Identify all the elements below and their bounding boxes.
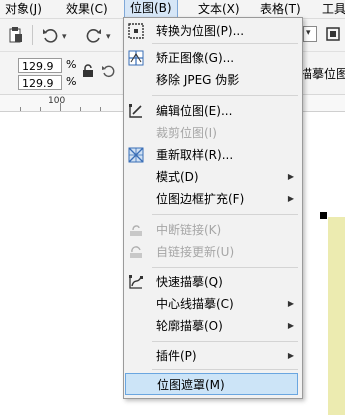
chevron-down-icon: ▾ [306, 28, 311, 38]
menu-item-crop-bitmap: 裁剪位图(I) [156, 126, 217, 140]
break-link-icon [128, 222, 144, 238]
menu-separator [152, 267, 298, 268]
menu-effects[interactable]: 效果(C) [66, 0, 108, 18]
menu-item-centerline-trace[interactable]: 中心线描摹(C) ▶ [124, 293, 300, 315]
menu-item-remove-jpeg-artifacts[interactable]: 移除 JPEG 伪影 [124, 69, 300, 91]
edit-bitmap-icon [128, 103, 144, 119]
menu-bitmaps[interactable]: 位图(B) [124, 0, 178, 17]
menu-item-straighten-image[interactable]: 矫正图像(G)... [124, 47, 300, 69]
scale-height-unit: % [66, 75, 77, 88]
convert-bitmap-icon [128, 23, 144, 39]
menu-separator [152, 369, 298, 370]
menu-item-bitmap-border-expand[interactable]: 位图边框扩充(F) ▶ [124, 188, 300, 210]
menu-separator [152, 43, 298, 44]
menu-item-plugins[interactable]: 插件(P) ▶ [124, 345, 300, 367]
undo-dropdown-icon[interactable]: ▾ [62, 29, 67, 45]
selection-handle[interactable] [320, 212, 327, 219]
menu-text[interactable]: 文本(X) [198, 0, 240, 18]
update-link-icon [128, 244, 144, 260]
menu-item-bitmap-mask[interactable]: 位图遮罩(M) [125, 373, 298, 395]
menu-item-resample[interactable]: 重新取样(R)... [124, 144, 300, 166]
menu-object[interactable]: 对象(J) [5, 0, 42, 18]
menu-item-convert-to-bitmap[interactable]: 转换为位图(P)... [124, 20, 300, 42]
menu-item-edit-bitmap[interactable]: 编辑位图(E)... [124, 100, 300, 122]
trace-bitmap-label[interactable]: 描摹位图 [300, 65, 345, 82]
undo-icon[interactable] [42, 27, 58, 47]
submenu-arrow-icon: ▶ [287, 321, 294, 330]
toolbar-divider [32, 25, 33, 45]
scale-width-unit: % [66, 58, 77, 71]
scale-height-input[interactable]: 129.9 [18, 75, 62, 90]
zoom-dropdown-button[interactable]: ▾ [303, 26, 317, 42]
menu-item-break-link: 中断链接(K) [124, 219, 300, 241]
menu-item-mode[interactable]: 模式(D) ▶ [124, 166, 300, 188]
menu-tools[interactable]: 工具 [322, 0, 345, 18]
redo-icon[interactable] [86, 27, 102, 47]
menu-separator [152, 341, 298, 342]
submenu-arrow-icon: ▶ [287, 194, 294, 203]
quick-trace-icon [128, 274, 144, 290]
full-screen-icon[interactable] [326, 27, 340, 45]
menu-item-quick-trace[interactable]: 快速描摹(Q) [124, 271, 300, 293]
menu-item-update-from-link: 自链接更新(U) [124, 241, 300, 263]
scale-width-input[interactable]: 129.9 [18, 58, 62, 73]
submenu-arrow-icon: ▶ [287, 172, 294, 181]
resample-icon [128, 147, 144, 163]
paste-icon[interactable] [8, 27, 22, 47]
menu-separator [152, 214, 298, 215]
redo-dropdown-icon[interactable]: ▾ [106, 29, 111, 45]
menu-table[interactable]: 表格(T) [260, 0, 301, 18]
menu-separator [152, 95, 298, 96]
submenu-arrow-icon: ▶ [287, 351, 294, 360]
ruler-label: 100 [48, 96, 66, 106]
menu-item-outline-trace[interactable]: 轮廓描摹(O) ▶ [124, 315, 300, 337]
submenu-arrow-icon: ▶ [287, 299, 294, 308]
bitmaps-dropdown-menu: 转换为位图(P)... 矫正图像(G)... 移除 JPEG 伪影 编辑位图(E… [123, 17, 303, 399]
rotate-icon[interactable] [102, 64, 116, 82]
lock-ratio-icon[interactable] [82, 64, 94, 82]
page-object[interactable] [328, 217, 345, 415]
straighten-image-icon [128, 50, 144, 66]
